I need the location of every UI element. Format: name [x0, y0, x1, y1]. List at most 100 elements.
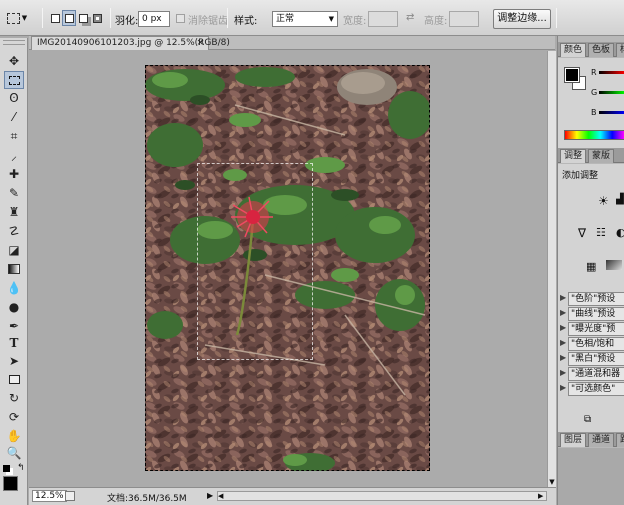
add-to-selection-button[interactable] [62, 10, 76, 26]
gradient-tool-icon[interactable] [4, 260, 24, 278]
channel-g-slider[interactable] [599, 91, 624, 94]
gradient-map-icon[interactable] [606, 260, 622, 270]
tab-paths[interactable]: 路 [616, 433, 624, 447]
preset-curves[interactable]: "曲线"预设 [568, 307, 624, 321]
color-panel-tabs: 颜色 色板 样 [558, 42, 624, 57]
toolbox: ✥ ʘ ⁄ ⌗ ⸝ ✚ ✎ ♜ ☡ ◪ 💧 ● ✒ T ➤ ↻ ⟳ ✋ 🔍 ↰ [0, 38, 28, 505]
channel-g-label: G [591, 88, 598, 97]
color-spectrum-bar[interactable] [564, 130, 624, 140]
tab-adjustments[interactable]: 调整 [560, 149, 587, 163]
toolbox-grip[interactable] [3, 40, 25, 45]
clip-layer-icon[interactable]: ⧉ [584, 414, 591, 425]
blur-tool-icon[interactable]: 💧 [4, 279, 24, 297]
expand-arrow-icon[interactable]: ▶ [560, 338, 566, 347]
tab-swatches[interactable]: 色板 [588, 43, 615, 57]
style-label: 样式: [234, 16, 258, 27]
width-label: 宽度: [343, 16, 367, 27]
vibrance-icon[interactable]: ∇ [578, 226, 586, 240]
close-icon[interactable]: × [196, 37, 204, 49]
clone-stamp-tool-icon[interactable]: ♜ [4, 203, 24, 221]
subtract-selection-button[interactable] [76, 10, 90, 26]
status-bar: 12.5% 文档:36.5M/36.5M ▶ ◀ ▶ [29, 487, 556, 505]
feather-input[interactable]: 0 px [138, 11, 170, 27]
move-tool-icon[interactable]: ✥ [4, 52, 24, 70]
style-select[interactable]: 正常 ▼ [272, 11, 338, 27]
tab-masks[interactable]: 蒙版 [588, 149, 615, 163]
marquee-tool-icon [6, 12, 20, 24]
preset-hue-saturation[interactable]: "色相/饱和 [568, 337, 624, 351]
preset-exposure[interactable]: "曝光度"预 [568, 322, 624, 336]
antialias-checkbox[interactable] [176, 14, 185, 23]
zoom-tool-icon[interactable]: 🔍 [4, 444, 24, 462]
preset-channel-mixer[interactable]: "通道混和器 [568, 367, 624, 381]
preset-selective-color[interactable]: "可选颜色" [568, 382, 624, 396]
channel-b-slider[interactable] [599, 111, 624, 114]
refine-edge-button[interactable]: 调整边缘... [493, 9, 551, 29]
vertical-scrollbar[interactable]: ▼ [547, 51, 556, 487]
style-select-value: 正常 [276, 14, 295, 24]
photo-forest-floor [145, 65, 430, 471]
brightness-icon[interactable]: ☀ [598, 194, 609, 208]
healing-brush-tool-icon[interactable]: ✚ [4, 165, 24, 183]
tab-layers[interactable]: 图层 [560, 433, 587, 447]
status-menu-arrow-icon[interactable]: ▶ [207, 491, 213, 500]
scroll-right-icon[interactable]: ▶ [538, 492, 543, 500]
eraser-tool-icon[interactable]: ◪ [4, 241, 24, 259]
rectangular-marquee-tool-icon[interactable] [4, 71, 24, 89]
tool-preset-picker[interactable]: ▼ [6, 10, 28, 26]
layers-panel-tabs: 图层 通道 路 [558, 432, 624, 447]
brush-tool-icon[interactable]: ✎ [4, 184, 24, 202]
scroll-left-icon[interactable]: ◀ [218, 492, 223, 500]
crop-tool-icon[interactable]: ⌗ [4, 127, 24, 145]
tab-styles[interactable]: 样 [616, 43, 624, 57]
antialias-label: 消除锯齿 [188, 16, 228, 27]
status-info-icon[interactable] [65, 491, 75, 501]
adjustments-panel: 添加调整 ☀ ▟ ∇ ☷ ◐ ▦ "色阶"预设 ▶ "曲线"预设 ▶ "曝光度"… [558, 164, 624, 434]
swap-colors-icon[interactable]: ↰ [17, 463, 25, 473]
height-label: 高度: [424, 16, 448, 27]
scroll-down-icon[interactable]: ▼ [548, 477, 556, 487]
preset-levels[interactable]: "色阶"预设 [568, 292, 624, 306]
chevron-down-icon: ▼ [328, 15, 334, 23]
expand-arrow-icon[interactable]: ▶ [560, 308, 566, 317]
expand-arrow-icon[interactable]: ▶ [560, 353, 566, 362]
expand-arrow-icon[interactable]: ▶ [560, 293, 566, 302]
color-panel: R G B [558, 58, 624, 148]
document-tab[interactable]: IMG20140906101203.jpg @ 12.5%(RGB/8) × [31, 36, 230, 50]
horizontal-scrollbar[interactable] [217, 491, 547, 501]
new-selection-button[interactable] [48, 10, 62, 26]
expand-arrow-icon[interactable]: ▶ [560, 368, 566, 377]
height-input[interactable] [449, 11, 479, 27]
channel-mixer-icon[interactable]: ▦ [586, 260, 596, 273]
foreground-color-swatch[interactable] [3, 476, 18, 491]
expand-arrow-icon[interactable]: ▶ [560, 383, 566, 392]
type-tool-icon[interactable]: T [4, 334, 24, 352]
zoom-level[interactable]: 12.5% [32, 490, 67, 502]
history-brush-tool-icon[interactable]: ☡ [4, 222, 24, 240]
tab-channels[interactable]: 通道 [588, 433, 615, 447]
width-input[interactable] [368, 11, 398, 27]
channel-r-slider[interactable] [599, 71, 624, 74]
eyedropper-tool-icon[interactable]: ⸝ [4, 146, 24, 164]
path-selection-tool-icon[interactable]: ➤ [4, 352, 24, 370]
chevron-down-icon: ▼ [21, 14, 28, 22]
tab-color[interactable]: 颜色 [560, 43, 587, 57]
3d-rotate-tool-icon[interactable]: ↻ [4, 389, 24, 407]
hand-tool-icon[interactable]: ✋ [4, 427, 24, 445]
dodge-tool-icon[interactable]: ● [4, 298, 24, 316]
preset-black-white[interactable]: "黑白"预设 [568, 352, 624, 366]
image-canvas[interactable] [145, 65, 430, 471]
foreground-color-swatch[interactable] [564, 67, 580, 83]
color-balance-icon[interactable]: ☷ [596, 226, 606, 239]
lasso-tool-icon[interactable]: ʘ [4, 89, 24, 107]
3d-orbit-tool-icon[interactable]: ⟳ [4, 408, 24, 426]
intersect-selection-button[interactable] [90, 10, 104, 26]
default-colors-icon[interactable] [3, 465, 10, 472]
black-white-icon[interactable]: ◐ [616, 226, 624, 239]
expand-arrow-icon[interactable]: ▶ [560, 323, 566, 332]
swap-icon[interactable]: ⇄ [406, 12, 414, 23]
pen-tool-icon[interactable]: ✒ [4, 317, 24, 335]
magic-wand-tool-icon[interactable]: ⁄ [4, 108, 24, 126]
levels-icon[interactable]: ▟ [616, 194, 624, 205]
rectangle-shape-tool-icon[interactable] [4, 370, 24, 388]
